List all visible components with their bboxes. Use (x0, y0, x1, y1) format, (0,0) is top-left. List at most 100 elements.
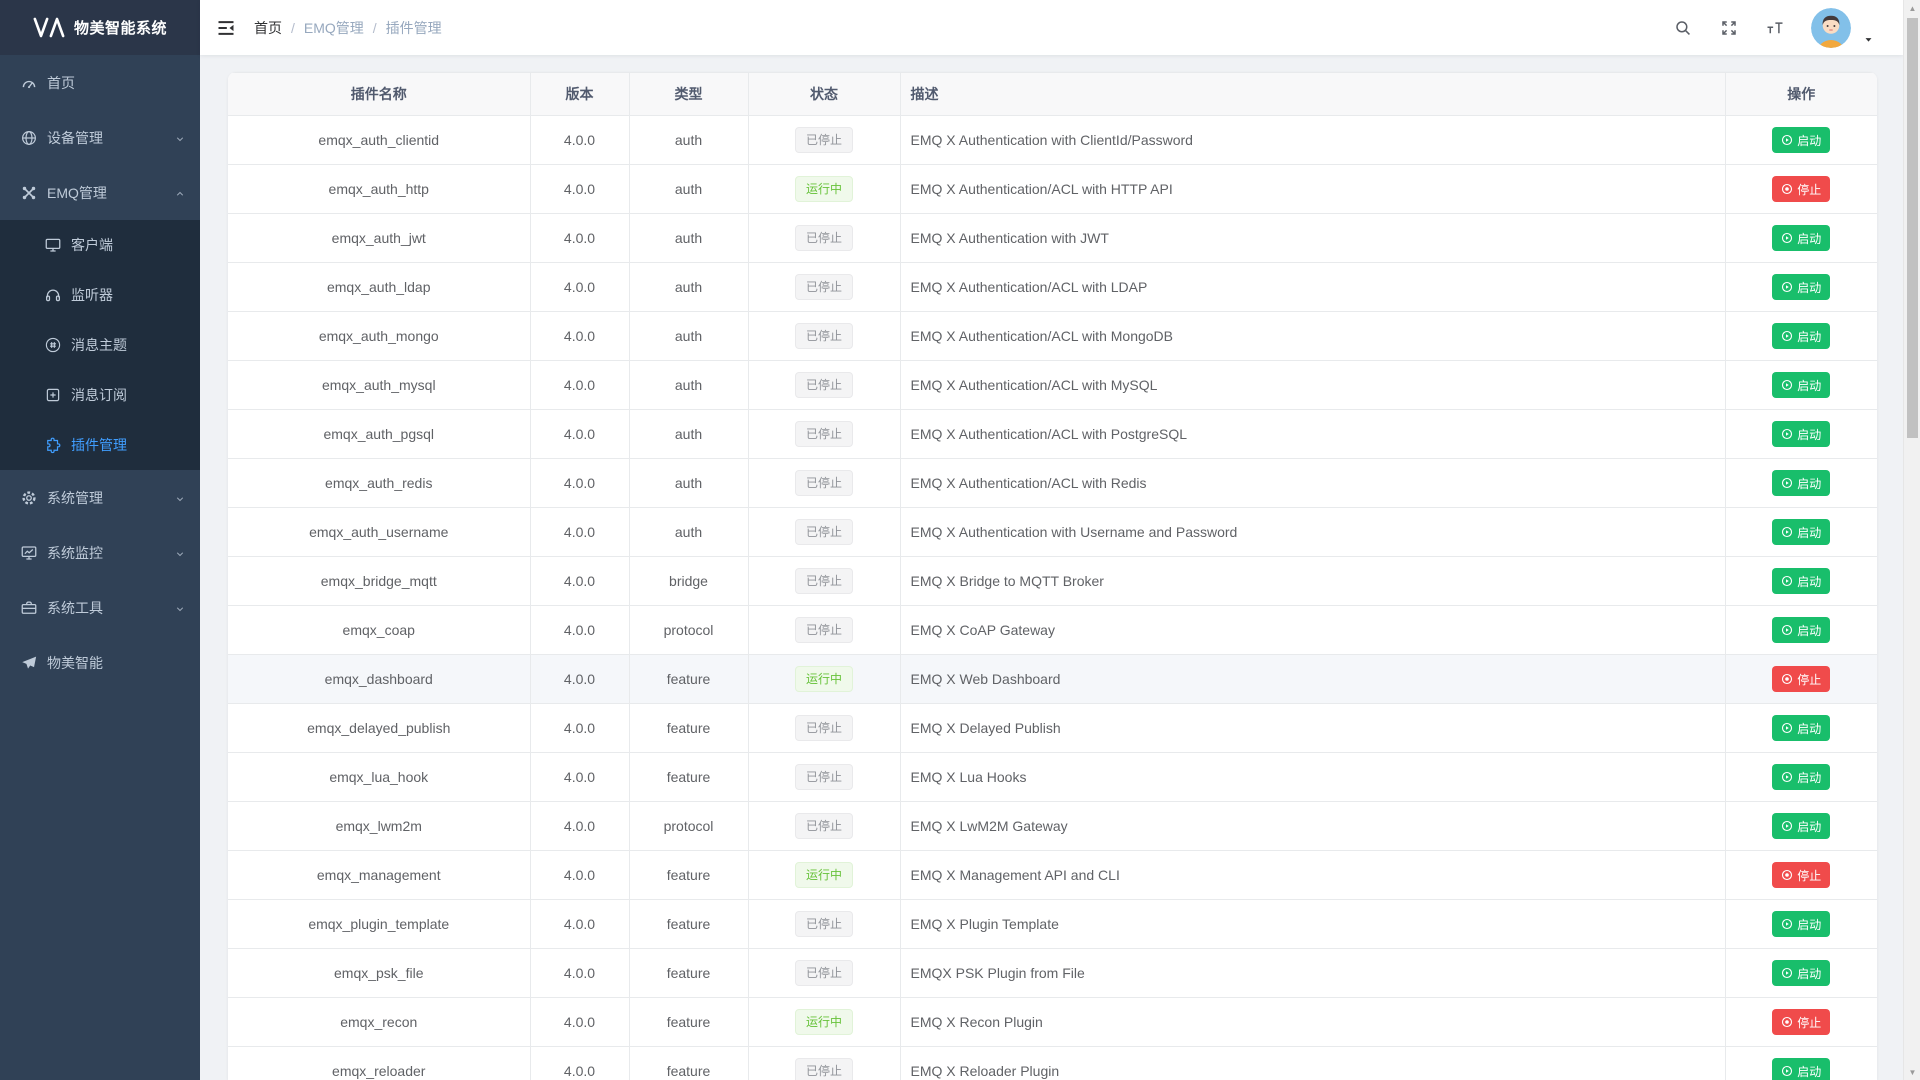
sidebar-item-subscriptions[interactable]: 消息订阅 (0, 370, 200, 420)
stop-button[interactable]: 停止 (1772, 666, 1830, 692)
avatar[interactable] (1811, 8, 1851, 48)
sidebar-submenu-emq: 客户端监听器消息主题消息订阅插件管理 (0, 220, 200, 470)
plugin-name-cell: emqx_auth_mongo (228, 312, 530, 361)
plugin-version-cell: 4.0.0 (530, 263, 629, 312)
play-circle-icon (1781, 722, 1793, 734)
search-icon[interactable] (1673, 18, 1693, 38)
start-button[interactable]: 启动 (1772, 764, 1830, 790)
scroll-down-icon[interactable]: ▼ (1904, 1064, 1920, 1080)
sidebar-item-device[interactable]: 设备管理 (0, 110, 200, 165)
start-button[interactable]: 启动 (1772, 470, 1830, 496)
plugin-name-cell: emqx_coap (228, 606, 530, 655)
col-version: 版本 (530, 73, 629, 116)
start-button[interactable]: 启动 (1772, 617, 1830, 643)
plugin-description-cell: EMQ X Authentication/ACL with PostgreSQL (900, 410, 1725, 459)
plugin-status-cell: 已停止 (748, 116, 900, 165)
plugin-status-cell: 已停止 (748, 802, 900, 851)
start-button[interactable]: 启动 (1772, 274, 1830, 300)
plugin-action-cell: 启动 (1725, 410, 1877, 459)
plugin-description-cell: EMQ X Delayed Publish (900, 704, 1725, 753)
action-button-label: 停止 (1797, 181, 1821, 198)
stop-circle-icon (1781, 869, 1793, 881)
sidebar-item-system[interactable]: 系统管理 (0, 470, 200, 525)
plugin-name-cell: emqx_dashboard (228, 655, 530, 704)
action-button-label: 启动 (1797, 622, 1821, 639)
table-row: emqx_dashboard4.0.0feature运行中EMQ X Web D… (228, 655, 1877, 704)
sidebar-item-plugins[interactable]: 插件管理 (0, 420, 200, 470)
user-menu[interactable] (1811, 8, 1875, 48)
stop-button[interactable]: 停止 (1772, 1009, 1830, 1035)
sidebar-item-listeners[interactable]: 监听器 (0, 270, 200, 320)
plugin-version-cell: 4.0.0 (530, 116, 629, 165)
table-row: emqx_auth_redis4.0.0auth已停止EMQ X Authent… (228, 459, 1877, 508)
sidebar-item-wumei[interactable]: 物美智能 (0, 635, 200, 690)
sidebar-item-home[interactable]: 首页 (0, 55, 200, 110)
start-button[interactable]: 启动 (1772, 127, 1830, 153)
plugin-name-cell: emqx_auth_pgsql (228, 410, 530, 459)
plugin-name-cell: emqx_delayed_publish (228, 704, 530, 753)
start-button[interactable]: 启动 (1772, 225, 1830, 251)
start-button[interactable]: 启动 (1772, 372, 1830, 398)
chevron-up-icon (174, 187, 186, 199)
table-row: emqx_management4.0.0feature运行中EMQ X Mana… (228, 851, 1877, 900)
start-button[interactable]: 启动 (1772, 1058, 1830, 1080)
plugin-name-cell: emqx_recon (228, 998, 530, 1047)
plugin-action-cell: 启动 (1725, 753, 1877, 802)
sidebar-item-tools[interactable]: 系统工具 (0, 580, 200, 635)
plugin-name-cell: emqx_auth_username (228, 508, 530, 557)
monitor-chart-icon (20, 544, 38, 562)
start-button[interactable]: 启动 (1772, 421, 1830, 447)
sidebar-collapse-icon[interactable] (216, 17, 238, 39)
play-circle-icon (1781, 771, 1793, 783)
start-button[interactable]: 启动 (1772, 568, 1830, 594)
plugin-type-cell: auth (629, 116, 748, 165)
plugin-action-cell: 启动 (1725, 1047, 1877, 1080)
col-actions: 操作 (1725, 73, 1877, 116)
plugin-action-cell: 启动 (1725, 361, 1877, 410)
stop-button[interactable]: 停止 (1772, 862, 1830, 888)
plugin-name-cell: emqx_plugin_template (228, 900, 530, 949)
plugin-action-cell: 启动 (1725, 802, 1877, 851)
status-badge: 已停止 (795, 274, 853, 300)
sidebar-item-clients[interactable]: 客户端 (0, 220, 200, 270)
play-circle-icon (1781, 428, 1793, 440)
col-status: 状态 (748, 73, 900, 116)
plugin-type-cell: protocol (629, 606, 748, 655)
plugin-action-cell: 启动 (1725, 557, 1877, 606)
breadcrumb-home[interactable]: 首页 (254, 18, 282, 38)
font-size-icon[interactable] (1765, 18, 1785, 38)
start-button[interactable]: 启动 (1772, 813, 1830, 839)
sidebar-menu: 首页设备管理EMQ管理客户端监听器消息主题消息订阅插件管理系统管理系统监控系统工… (0, 55, 200, 690)
plugin-action-cell: 启动 (1725, 263, 1877, 312)
fullscreen-icon[interactable] (1719, 18, 1739, 38)
chevron-down-icon (174, 547, 186, 559)
table-row: emqx_auth_ldap4.0.0auth已停止EMQ X Authenti… (228, 263, 1877, 312)
toolbox-icon (20, 599, 38, 617)
play-circle-icon (1781, 526, 1793, 538)
vertical-scrollbar[interactable]: ▲ ▼ (1903, 0, 1920, 1080)
stop-circle-icon (1781, 183, 1793, 195)
app-logo[interactable]: 物美智能系统 (0, 0, 200, 55)
action-button-label: 停止 (1797, 1014, 1821, 1031)
sidebar-item-label: 首页 (47, 73, 75, 93)
start-button[interactable]: 启动 (1772, 323, 1830, 349)
sidebar-item-monitoring[interactable]: 系统监控 (0, 525, 200, 580)
scroll-up-icon[interactable]: ▲ (1904, 0, 1920, 16)
plugin-status-cell: 运行中 (748, 998, 900, 1047)
sidebar-item-emq[interactable]: EMQ管理 (0, 165, 200, 220)
plugin-description-cell: EMQX PSK Plugin from File (900, 949, 1725, 998)
plugin-status-cell: 已停止 (748, 753, 900, 802)
play-circle-icon (1781, 281, 1793, 293)
action-button-label: 启动 (1797, 132, 1821, 149)
start-button[interactable]: 启动 (1772, 715, 1830, 741)
plugin-description-cell: EMQ X Authentication with Username and P… (900, 508, 1725, 557)
stop-button[interactable]: 停止 (1772, 176, 1830, 202)
stop-circle-icon (1781, 1016, 1793, 1028)
start-button[interactable]: 启动 (1772, 911, 1830, 937)
table-row: emqx_reloader4.0.0feature已停止EMQ X Reload… (228, 1047, 1877, 1080)
scrollbar-thumb[interactable] (1907, 18, 1918, 438)
plugin-type-cell: auth (629, 263, 748, 312)
start-button[interactable]: 启动 (1772, 960, 1830, 986)
start-button[interactable]: 启动 (1772, 519, 1830, 545)
sidebar-item-topics[interactable]: 消息主题 (0, 320, 200, 370)
